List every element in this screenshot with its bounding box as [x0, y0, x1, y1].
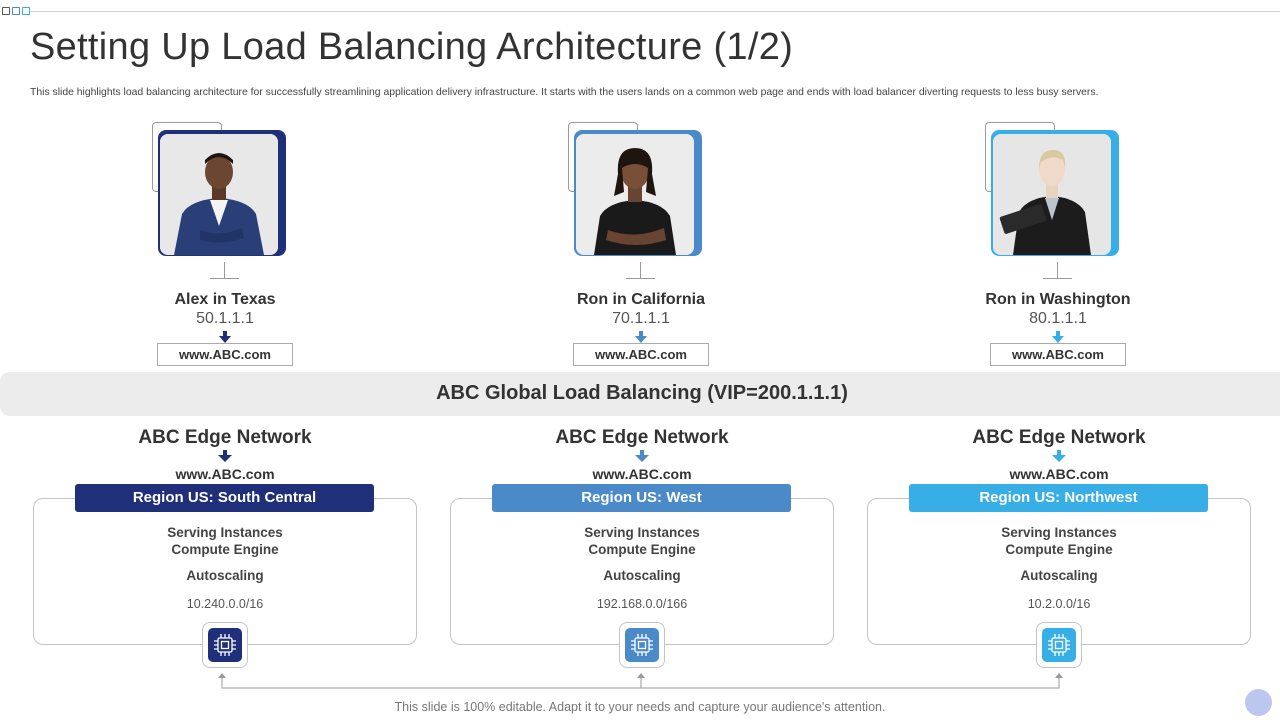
user-ip: 70.1.1.1	[612, 310, 670, 327]
arrow-down-icon	[1052, 450, 1066, 462]
slide-corner-marks	[2, 7, 30, 15]
region-south-central: ABC Edge Network www.ABC.com Region US: …	[33, 425, 453, 675]
region-label: Region US: South Central	[75, 484, 374, 512]
person-photo-woman-black-top	[576, 134, 694, 255]
serving-line-2: Compute Engine	[1005, 542, 1113, 557]
edge-network-url: www.ABC.com	[175, 466, 275, 482]
serving-line-1: Serving Instances	[584, 525, 700, 540]
page-subtitle: This slide highlights load balancing arc…	[30, 87, 1099, 98]
user-photo	[576, 134, 694, 255]
edge-network-url: www.ABC.com	[1009, 466, 1109, 482]
region-west: ABC Edge Network www.ABC.com Region US: …	[450, 425, 870, 675]
region-label: Region US: Northwest	[909, 484, 1208, 512]
edge-network-url: www.ABC.com	[592, 466, 692, 482]
region-northwest: ABC Edge Network www.ABC.com Region US: …	[867, 425, 1280, 675]
user-photo	[993, 134, 1111, 255]
cpu-chip-bg	[1042, 628, 1076, 662]
autoscaling-label: Autoscaling	[186, 568, 264, 583]
cpu-chip-badge	[202, 622, 248, 668]
user-name: Ron in Washington	[985, 291, 1131, 308]
serving-line-1: Serving Instances	[1001, 525, 1117, 540]
user-name: Ron in California	[577, 291, 705, 308]
serving-line-2: Compute Engine	[171, 542, 279, 557]
load-balancer-label: ABC Global Load Balancing (VIP=200.1.1.1…	[436, 382, 848, 404]
arrow-down-icon	[635, 450, 649, 462]
user-ip: 50.1.1.1	[196, 310, 254, 327]
cidr-range: 10.240.0.0/16	[186, 597, 264, 611]
photo-connector	[1057, 262, 1058, 278]
user-name: Alex in Texas	[174, 291, 276, 308]
region-connector-lines	[218, 673, 1063, 689]
arrow-down-icon	[219, 331, 231, 343]
serving-line-2: Compute Engine	[588, 542, 696, 557]
serving-instances-text: Serving Instances Compute Engine	[867, 524, 1251, 558]
photo-connector-base	[210, 278, 239, 279]
slide-corner-dot	[1245, 689, 1272, 716]
arrow-down-icon	[1052, 331, 1064, 343]
autoscaling-label: Autoscaling	[603, 568, 681, 583]
serving-line-1: Serving Instances	[167, 525, 283, 540]
photo-connector-base	[1043, 278, 1072, 279]
edge-network-label: ABC Edge Network	[555, 427, 729, 448]
cpu-chip-icon	[631, 634, 653, 656]
user-url-box: www.ABC.com	[990, 343, 1126, 366]
photo-connector	[640, 262, 641, 278]
user-photo-frame	[985, 122, 1121, 258]
photo-connector	[224, 262, 225, 278]
header-divider	[30, 11, 1280, 12]
cpu-chip-bg	[208, 628, 242, 662]
user-photo	[160, 134, 278, 255]
user-photo-frame	[568, 122, 704, 258]
cpu-chip-badge	[619, 622, 665, 668]
cpu-chip-icon	[1048, 634, 1070, 656]
region-label: Region US: West	[492, 484, 791, 512]
arrow-down-icon	[635, 331, 647, 343]
serving-instances-text: Serving Instances Compute Engine	[450, 524, 834, 558]
cpu-chip-icon	[214, 634, 236, 656]
person-photo-man-blue-suit	[160, 134, 278, 255]
edge-network-label: ABC Edge Network	[972, 427, 1146, 448]
footer-note: This slide is 100% editable. Adapt it to…	[394, 700, 886, 714]
cpu-chip-bg	[625, 628, 659, 662]
cpu-chip-badge	[1036, 622, 1082, 668]
user-photo-frame	[152, 122, 288, 258]
cidr-range: 192.168.0.0/166	[596, 597, 688, 611]
arrow-down-icon	[218, 450, 232, 462]
user-url-box: www.ABC.com	[573, 343, 709, 366]
user-url-box: www.ABC.com	[157, 343, 293, 366]
edge-network-label: ABC Edge Network	[138, 427, 312, 448]
page-title: Setting Up Load Balancing Architecture (…	[30, 26, 794, 68]
autoscaling-label: Autoscaling	[1020, 568, 1098, 583]
person-photo-woman-holding-device	[993, 134, 1111, 255]
cidr-range: 10.2.0.0/16	[1027, 597, 1091, 611]
user-ip: 80.1.1.1	[1029, 310, 1087, 327]
photo-connector-base	[626, 278, 655, 279]
serving-instances-text: Serving Instances Compute Engine	[33, 524, 417, 558]
